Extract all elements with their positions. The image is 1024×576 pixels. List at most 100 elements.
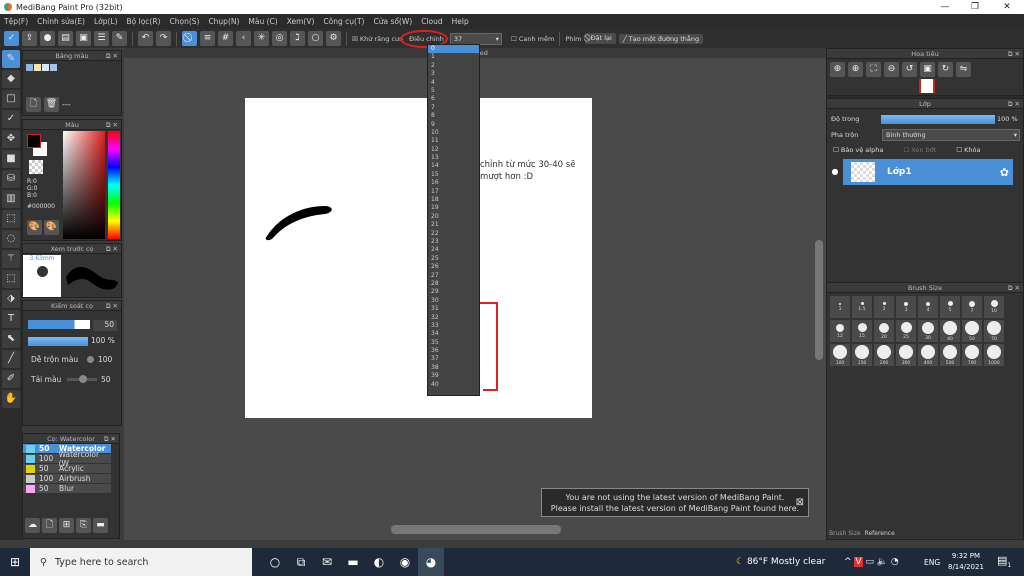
edit-icon[interactable]: ✎ — [112, 31, 127, 46]
snap-concentric-icon[interactable]: ◎ — [272, 31, 287, 46]
fit-icon[interactable]: ⛶ — [866, 62, 881, 77]
eyedropper-icon[interactable]: ✐ — [2, 370, 20, 388]
dropdown-option[interactable]: 40 — [428, 381, 479, 389]
dropdown-option[interactable]: 30 — [428, 297, 479, 305]
dropdown-option[interactable]: 28 — [428, 280, 479, 288]
navigator-thumbnail[interactable] — [919, 79, 935, 93]
adjust-select[interactable]: 37 — [449, 32, 502, 45]
panel-controls-icon[interactable]: ⧉ ✕ — [106, 244, 118, 254]
hand-tool-icon[interactable]: ✋ — [2, 390, 20, 408]
menu-color[interactable]: Màu (C) — [248, 17, 277, 26]
redo-icon[interactable]: ↷ — [156, 31, 171, 46]
brush-size-preset[interactable]: 4 — [918, 296, 938, 318]
comment-icon[interactable]: ● — [40, 31, 55, 46]
close-button[interactable]: ✕ — [992, 0, 1022, 14]
dropdown-option[interactable]: 26 — [428, 263, 479, 271]
dropdown-option[interactable]: 32 — [428, 314, 479, 322]
new-brush-icon[interactable]: 🗋 — [42, 518, 57, 533]
brush-size-value[interactable]: 50 — [93, 320, 117, 331]
cloud-icon[interactable]: ✓ — [4, 31, 19, 46]
dropdown-option[interactable]: 38 — [428, 364, 479, 372]
rotate-right-icon[interactable]: ↻ — [938, 62, 953, 77]
panel-controls-icon[interactable]: ⧉ ✕ — [104, 434, 116, 444]
horizontal-scrollbar[interactable] — [391, 525, 561, 534]
blend-slider[interactable] — [87, 356, 94, 363]
dropdown-option[interactable]: 37 — [428, 355, 479, 363]
menu-tools[interactable]: Công cụ(T) — [323, 17, 364, 26]
brush-list-item[interactable]: 100 Watercolor (W — [23, 450, 111, 468]
menu-window[interactable]: Cửa sổ(W) — [373, 17, 412, 26]
dropdown-option[interactable]: 11 — [428, 137, 479, 145]
brush-opacity-slider[interactable] — [28, 337, 88, 346]
snap-perspective-icon[interactable]: ‹ — [236, 31, 251, 46]
tab-reference[interactable]: Reference — [865, 530, 895, 537]
dropdown-option[interactable]: 2 — [428, 62, 479, 70]
lock-checkbox[interactable]: ☐ Khóa — [956, 146, 980, 154]
brush-size-preset[interactable]: 15 — [852, 320, 872, 342]
brush-size-preset[interactable]: 7 — [962, 296, 982, 318]
snap-radial-icon[interactable]: ✳ — [254, 31, 269, 46]
menu-layer[interactable]: Lớp(L) — [94, 17, 118, 26]
brush-size-preset[interactable]: 30 — [918, 320, 938, 342]
flip-icon[interactable]: ⇋ — [956, 62, 971, 77]
straight-line-button[interactable]: ╱ Tạo một đường thẳng — [618, 33, 704, 44]
windows-start-icon[interactable]: ⊞ — [2, 548, 28, 576]
brush-size-preset[interactable]: 200 — [874, 344, 894, 366]
brush-size-preset[interactable]: 400 — [918, 344, 938, 366]
panel-controls-icon[interactable]: ⧉ ✕ — [106, 120, 118, 130]
dropdown-option[interactable]: 3 — [428, 70, 479, 78]
layer-row[interactable]: ● Lớp1 ✿ — [827, 159, 1013, 185]
brush-size-preset[interactable]: 100 — [830, 344, 850, 366]
dropdown-option[interactable]: 7 — [428, 104, 479, 112]
zoom-out-icon[interactable]: ⊖ — [884, 62, 899, 77]
transparent-color[interactable] — [29, 160, 43, 174]
dropdown-option[interactable]: 8 — [428, 112, 479, 120]
brush-list-item[interactable]: 50 Blur — [23, 484, 111, 494]
brush-size-preset[interactable]: 500 — [940, 344, 960, 366]
snap-circle-icon[interactable]: ○ — [308, 31, 323, 46]
notice-close-icon[interactable]: ⊠ — [796, 497, 804, 508]
dropdown-option[interactable]: 4 — [428, 79, 479, 87]
menu-select[interactable]: Chọn(S) — [169, 17, 199, 26]
saturation-picker[interactable] — [63, 131, 105, 239]
visibility-icon[interactable]: ● — [827, 159, 843, 185]
palette-swatch[interactable] — [26, 64, 33, 71]
copy-brush-icon[interactable]: ⎘ — [76, 518, 91, 533]
bucket-tool-icon[interactable]: ⛁ — [2, 170, 20, 188]
layer-settings-icon[interactable]: ✿ — [1000, 166, 1009, 179]
snap-parallel-icon[interactable]: ≡ — [200, 31, 215, 46]
brush-size-preset[interactable]: 12 — [830, 320, 850, 342]
reset-rotate-icon[interactable]: ▣ — [920, 62, 935, 77]
chrome-icon[interactable]: ◉ — [392, 548, 418, 576]
dropdown-option[interactable]: 16 — [428, 179, 479, 187]
file-explorer-icon[interactable]: ▬ — [340, 548, 366, 576]
reset-button[interactable]: ⃠ Đặt lại — [584, 33, 616, 44]
brush-size-preset[interactable]: 2 — [874, 296, 894, 318]
dropdown-option[interactable]: 13 — [428, 154, 479, 162]
select-rect-icon[interactable]: ⬚ — [2, 210, 20, 228]
canvas-paper[interactable]: chỉnh từ mức 30-40 sẽ mượt hơn :D — [245, 98, 592, 418]
delete-palette-icon[interactable]: 🗑 — [44, 97, 59, 112]
palette-swatch[interactable] — [42, 64, 49, 71]
dropdown-option[interactable]: 29 — [428, 288, 479, 296]
dot-tool-icon[interactable]: □ — [2, 90, 20, 108]
antialias-checkbox[interactable]: ☒ Khử răng cưa — [352, 35, 403, 43]
snap-settings-icon[interactable]: ⚙ — [326, 31, 341, 46]
maximize-button[interactable]: ❐ — [960, 0, 990, 14]
folder-icon[interactable]: ▬ — [93, 518, 108, 533]
dropdown-option[interactable]: 9 — [428, 121, 479, 129]
select-pen-2-icon[interactable]: ⬚ — [2, 270, 20, 288]
tray-icons[interactable]: ^ V ▭ 🔈 ◔ — [844, 557, 899, 567]
dropdown-option[interactable]: 36 — [428, 347, 479, 355]
move-tool-icon[interactable]: ✥ — [2, 130, 20, 148]
list-icon[interactable]: ☰ — [94, 31, 109, 46]
dropdown-option[interactable]: 34 — [428, 330, 479, 338]
medibang-taskbar-icon[interactable]: ◕ — [418, 548, 444, 576]
brush-size-preset[interactable]: 3 — [896, 296, 916, 318]
brush-size-preset[interactable]: 150 — [852, 344, 872, 366]
brush-tool-icon[interactable]: ✎ — [2, 50, 20, 68]
language-indicator[interactable]: ENG — [924, 558, 940, 567]
brush-size-preset[interactable]: 5 — [940, 296, 960, 318]
dropdown-option[interactable]: 0 — [428, 45, 479, 54]
gradient-tool-icon[interactable]: ▥ — [2, 190, 20, 208]
